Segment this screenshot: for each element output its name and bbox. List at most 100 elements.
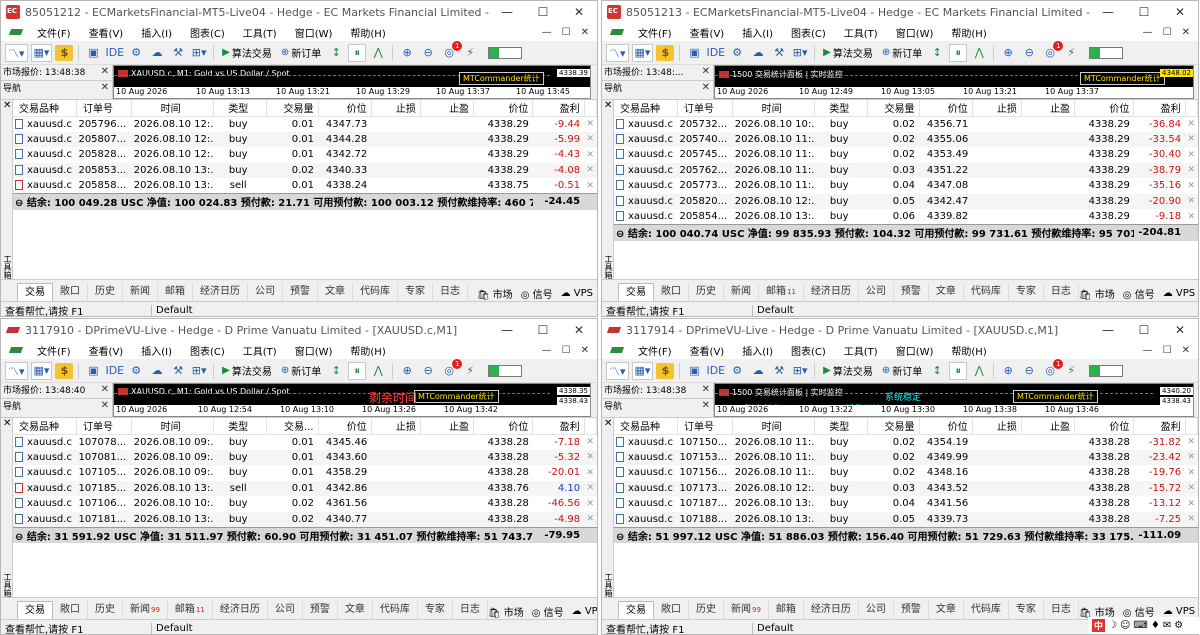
new-order-button[interactable]: ⊕新订单 — [879, 362, 925, 380]
take-profit-cell[interactable] — [1021, 147, 1074, 163]
connection-icon[interactable]: ⚡ — [461, 44, 479, 62]
take-profit-cell[interactable] — [420, 496, 473, 512]
tab-5[interactable]: 经济日历 — [213, 601, 268, 619]
close-position-icon[interactable]: ✕ — [1185, 132, 1197, 148]
child-minimize-button[interactable]: — — [1143, 27, 1153, 38]
table-row[interactable]: xauusd.c205762...2026.08.10 11:...buy0.0… — [614, 163, 1198, 179]
tab-9[interactable]: 代码库 — [353, 283, 398, 301]
column-header[interactable]: 类型 — [214, 418, 267, 434]
close-position-icon[interactable]: ✕ — [584, 434, 596, 450]
tab-11[interactable]: 日志 — [433, 283, 468, 301]
minimize-button[interactable]: — — [489, 5, 525, 19]
keyboard-icon[interactable]: ⌨ — [1133, 620, 1147, 631]
table-row[interactable]: xauusd.c107188...2026.08.10 13:...buy0.0… — [614, 512, 1198, 528]
market-watch-close-icon[interactable]: ✕ — [702, 66, 710, 77]
stop-loss-cell[interactable] — [371, 512, 420, 528]
column-header[interactable]: 止盈 — [1021, 418, 1074, 434]
column-header[interactable]: 止损 — [972, 100, 1021, 116]
market-tab[interactable]: 🛍 市场 — [488, 604, 524, 619]
take-profit-cell[interactable] — [420, 147, 473, 163]
metaeditor-icon[interactable]: ▣ — [84, 362, 102, 380]
tab-9[interactable]: 代码库 — [373, 601, 418, 619]
tab-0[interactable]: 交易 — [618, 601, 654, 619]
layout-dropdown[interactable]: ⊞▾ — [190, 362, 208, 380]
one-click-trading-icon[interactable]: ⏸ — [348, 362, 366, 380]
child-restore-button[interactable]: ☐ — [1163, 27, 1172, 38]
menu-item[interactable]: 插入(I) — [733, 25, 782, 40]
strategy-tester-icon[interactable]: ⚙ — [728, 44, 746, 62]
table-row[interactable]: xauusd.c205828...2026.08.10 12:...buy0.0… — [13, 147, 597, 163]
tab-5[interactable]: 经济日历 — [804, 601, 859, 619]
tools-icon[interactable]: ⚒ — [169, 44, 187, 62]
notifications-icon[interactable]: ◎1 — [440, 362, 458, 380]
take-profit-cell[interactable] — [1021, 481, 1074, 497]
stop-loss-cell[interactable] — [371, 178, 420, 194]
close-position-icon[interactable]: ✕ — [584, 512, 596, 528]
close-position-icon[interactable]: ✕ — [584, 147, 596, 163]
table-row[interactable]: xauusd.c107181...2026.08.10 13:...buy0.0… — [13, 512, 597, 528]
menu-item[interactable]: 图表(C) — [782, 25, 835, 40]
close-position-icon[interactable]: ✕ — [584, 163, 596, 179]
metaeditor-icon[interactable]: ▣ — [84, 44, 102, 62]
close-position-icon[interactable]: ✕ — [584, 116, 596, 132]
deposit-icon[interactable]: $ — [656, 363, 674, 379]
signals-icon[interactable]: ⋀ — [369, 362, 387, 380]
deposit-icon[interactable]: $ — [656, 45, 674, 61]
column-header[interactable]: 类型 — [214, 100, 267, 116]
zoom-in-icon[interactable]: ⊕ — [398, 44, 416, 62]
connection-icon[interactable]: ⚡ — [1062, 362, 1080, 380]
take-profit-cell[interactable] — [1021, 209, 1074, 225]
column-header[interactable]: 时间 — [132, 418, 214, 434]
stop-loss-cell[interactable] — [972, 116, 1021, 132]
notifications-icon[interactable]: ◎1 — [1041, 44, 1059, 62]
maximize-button[interactable]: ☐ — [1126, 323, 1162, 337]
chart-type-dropdown[interactable]: 〽▾ — [606, 362, 629, 380]
chart-type-dropdown[interactable]: 〽▾ — [5, 362, 28, 380]
take-profit-cell[interactable] — [420, 178, 473, 194]
column-header[interactable]: 交易量 — [868, 100, 919, 116]
mtcommander-panel[interactable]: MTCommander统计 — [459, 72, 544, 85]
column-header[interactable]: 止损 — [371, 100, 420, 116]
table-row[interactable]: xauusd.c205740...2026.08.10 11:...buy0.0… — [614, 132, 1198, 148]
column-header[interactable]: 价位 — [919, 418, 972, 434]
close-button[interactable]: ✕ — [1162, 5, 1198, 19]
market-watch-close-icon[interactable]: ✕ — [702, 384, 710, 395]
table-row[interactable]: xauusd.c205858...2026.08.10 13:...sell0.… — [13, 178, 597, 194]
tab-1[interactable]: 敞口 — [53, 283, 88, 301]
one-click-trading-icon[interactable]: ⏸ — [949, 44, 967, 62]
table-row[interactable]: xauusd.c107081...2026.08.10 09:...buy0.0… — [13, 450, 597, 466]
take-profit-cell[interactable] — [1021, 450, 1074, 466]
table-row[interactable]: xauusd.c107156...2026.08.10 11:...buy0.0… — [614, 465, 1198, 481]
tab-2[interactable]: 历史 — [88, 283, 123, 301]
menu-item[interactable]: 窗口(W) — [286, 343, 342, 358]
tab-8[interactable]: 文章 — [318, 283, 353, 301]
column-header[interactable]: 止损 — [371, 418, 420, 434]
stop-loss-cell[interactable] — [972, 194, 1021, 210]
take-profit-cell[interactable] — [420, 450, 473, 466]
mtcommander-panel[interactable]: MTCommander统计 — [414, 390, 499, 403]
tab-10[interactable]: 专家 — [1009, 601, 1044, 619]
maximize-button[interactable]: ☐ — [525, 5, 561, 19]
notifications-icon[interactable]: ◎1 — [440, 44, 458, 62]
close-position-icon[interactable]: ✕ — [584, 450, 596, 466]
settings-icon[interactable]: ⚙ — [1174, 620, 1183, 631]
close-position-icon[interactable]: ✕ — [1185, 209, 1197, 225]
close-position-icon[interactable]: ✕ — [584, 132, 596, 148]
tab-4[interactable]: 邮箱 — [158, 283, 193, 301]
take-profit-cell[interactable] — [420, 465, 473, 481]
strategy-tester-icon[interactable]: ⚙ — [127, 362, 145, 380]
take-profit-cell[interactable] — [1021, 465, 1074, 481]
market-tab[interactable]: 🛍 市场 — [477, 286, 513, 301]
close-button[interactable]: ✕ — [1162, 323, 1198, 337]
menu-item[interactable]: 文件(F) — [28, 25, 80, 40]
child-close-button[interactable]: ✕ — [581, 345, 589, 356]
minimize-button[interactable]: — — [1090, 323, 1126, 337]
tab-5[interactable]: 经济日历 — [193, 283, 248, 301]
menu-item[interactable]: 帮助(H) — [942, 343, 995, 358]
take-profit-cell[interactable] — [1021, 512, 1074, 528]
price-chart[interactable]: 1500 交易统计面板 | 实时监控MTCommander统计4340.2043… — [714, 383, 1194, 417]
cloud-icon[interactable]: ☁ — [749, 362, 767, 380]
buy-sell-icon[interactable]: ↕ — [928, 44, 946, 62]
menu-item[interactable]: 帮助(H) — [341, 343, 394, 358]
tab-6[interactable]: 公司 — [859, 283, 894, 301]
